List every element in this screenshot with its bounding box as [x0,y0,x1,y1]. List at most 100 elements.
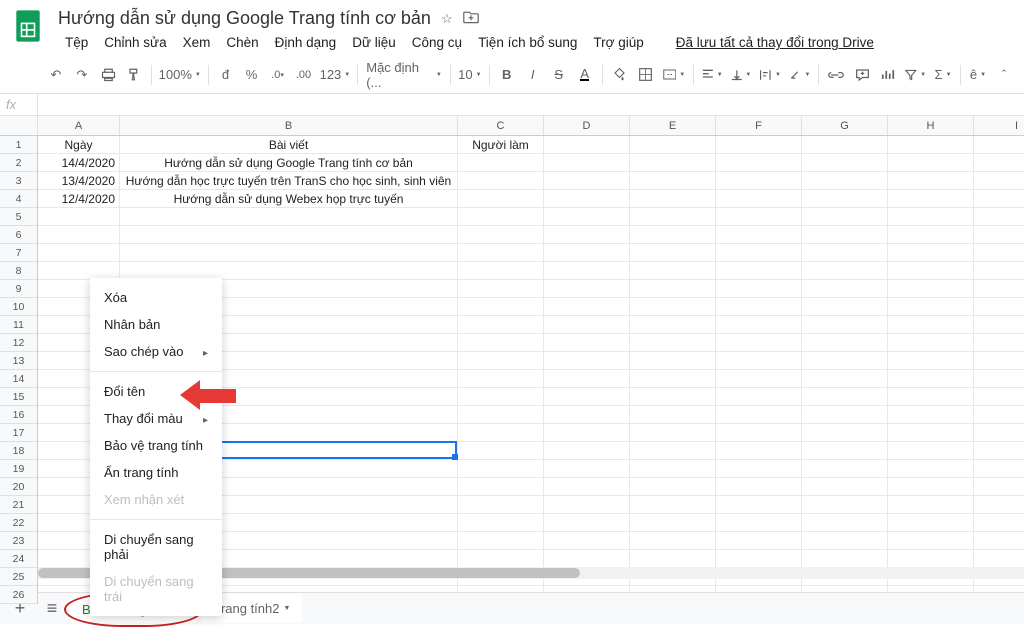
cell-I10[interactable] [974,298,1024,316]
cell-G10[interactable] [802,298,888,316]
cell-D20[interactable] [544,478,630,496]
cell-C22[interactable] [458,514,544,532]
cell-C10[interactable] [458,298,544,316]
cell-C1[interactable]: Người làm [458,136,544,154]
ctx-bảo-vệ-trang-tính[interactable]: Bảo vệ trang tính [90,432,222,459]
row-header-23[interactable]: 23 [0,532,37,550]
cell-C23[interactable] [458,532,544,550]
row-header-15[interactable]: 15 [0,388,37,406]
cell-C5[interactable] [458,208,544,226]
more-formats-button[interactable]: 123 [318,62,353,88]
menu-tools[interactable]: Công cụ [405,31,469,54]
cell-H8[interactable] [888,262,974,280]
cell-H6[interactable] [888,226,974,244]
cell-E12[interactable] [630,334,716,352]
cell-G18[interactable] [802,442,888,460]
cell-F22[interactable] [716,514,802,532]
h-align-button[interactable] [699,62,726,88]
cell-D18[interactable] [544,442,630,460]
cell-I17[interactable] [974,424,1024,442]
cell-G4[interactable] [802,190,888,208]
cell-D4[interactable] [544,190,630,208]
cell-E14[interactable] [630,370,716,388]
cell-F7[interactable] [716,244,802,262]
cell-G16[interactable] [802,406,888,424]
app-logo-icon[interactable] [8,6,48,46]
row-header-5[interactable]: 5 [0,208,37,226]
cell-C24[interactable] [458,550,544,568]
cell-D15[interactable] [544,388,630,406]
cell-E3[interactable] [630,172,716,190]
cell-G24[interactable] [802,550,888,568]
decrease-decimal-button[interactable]: .0▾ [266,62,290,88]
cell-C19[interactable] [458,460,544,478]
menu-insert[interactable]: Chèn [219,31,265,54]
cell-I14[interactable] [974,370,1024,388]
cell-H14[interactable] [888,370,974,388]
cell-C14[interactable] [458,370,544,388]
cell-D19[interactable] [544,460,630,478]
cell-H22[interactable] [888,514,974,532]
cell-H7[interactable] [888,244,974,262]
cell-F24[interactable] [716,550,802,568]
menu-edit[interactable]: Chỉnh sửa [97,31,173,54]
borders-button[interactable] [634,62,658,88]
col-header-F[interactable]: F [716,116,802,135]
cell-H10[interactable] [888,298,974,316]
cell-F9[interactable] [716,280,802,298]
cell-D7[interactable] [544,244,630,262]
cell-B6[interactable] [120,226,458,244]
cell-G11[interactable] [802,316,888,334]
row-header-22[interactable]: 22 [0,514,37,532]
cell-E4[interactable] [630,190,716,208]
italic-button[interactable]: I [521,62,545,88]
cell-H4[interactable] [888,190,974,208]
cell-I6[interactable] [974,226,1024,244]
ctx-nhân-bản[interactable]: Nhân bản [90,311,222,338]
cell-E16[interactable] [630,406,716,424]
cell-C8[interactable] [458,262,544,280]
cell-E2[interactable] [630,154,716,172]
insert-comment-button[interactable] [850,62,874,88]
col-header-B[interactable]: B [120,116,458,135]
cell-E22[interactable] [630,514,716,532]
cell-F12[interactable] [716,334,802,352]
star-icon[interactable]: ☆ [441,11,453,27]
row-header-9[interactable]: 9 [0,280,37,298]
cell-F2[interactable] [716,154,802,172]
cell-I7[interactable] [974,244,1024,262]
font-select[interactable]: Mặc định (... [363,62,445,88]
cell-H3[interactable] [888,172,974,190]
cell-E17[interactable] [630,424,716,442]
strike-button[interactable]: S [547,62,571,88]
cell-H17[interactable] [888,424,974,442]
cell-H20[interactable] [888,478,974,496]
cell-D16[interactable] [544,406,630,424]
cell-C13[interactable] [458,352,544,370]
cell-C20[interactable] [458,478,544,496]
cell-D1[interactable] [544,136,630,154]
row-header-14[interactable]: 14 [0,370,37,388]
cell-A5[interactable] [38,208,120,226]
cell-F16[interactable] [716,406,802,424]
cell-I8[interactable] [974,262,1024,280]
cell-H15[interactable] [888,388,974,406]
cell-C3[interactable] [458,172,544,190]
cell-C4[interactable] [458,190,544,208]
cell-D23[interactable] [544,532,630,550]
filter-button[interactable] [902,62,929,88]
ctx-xóa[interactable]: Xóa [90,284,222,311]
row-header-6[interactable]: 6 [0,226,37,244]
cell-E13[interactable] [630,352,716,370]
select-all-corner[interactable] [0,116,38,136]
v-align-button[interactable] [728,62,755,88]
all-sheets-button[interactable]: ≡ [38,595,66,623]
cell-D12[interactable] [544,334,630,352]
cell-H16[interactable] [888,406,974,424]
redo-icon[interactable]: ↷ [70,62,94,88]
menu-help[interactable]: Trợ giúp [586,31,650,54]
cell-A3[interactable]: 13/4/2020 [38,172,120,190]
formula-bar[interactable]: fx [0,94,1024,116]
cell-H12[interactable] [888,334,974,352]
cell-C18[interactable] [458,442,544,460]
